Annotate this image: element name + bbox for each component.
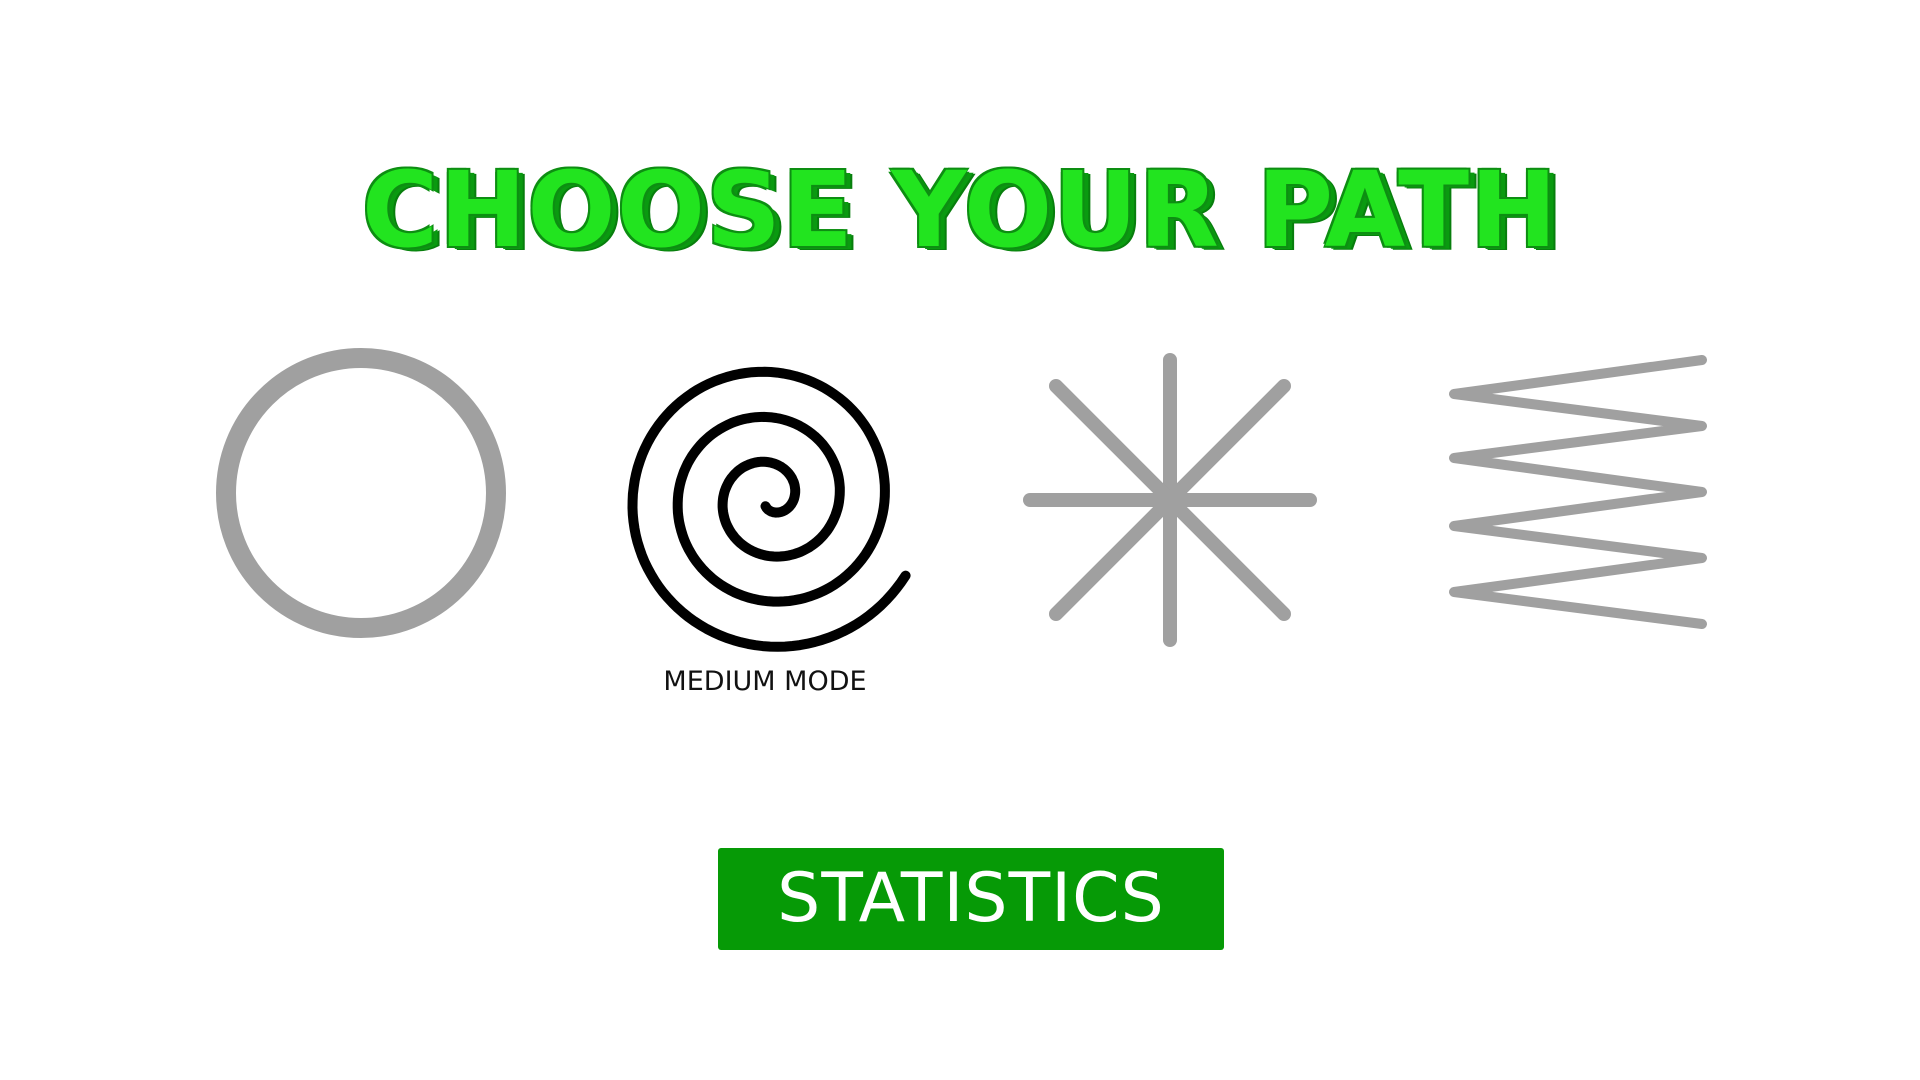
spiral-path-icon [627, 366, 911, 652]
path-option-spiral[interactable] [600, 330, 930, 660]
star-path-icon [1023, 353, 1317, 647]
circle-path-icon [216, 348, 506, 638]
mode-label: MEDIUM MODE [663, 666, 867, 697]
path-option-zigzag[interactable] [1440, 350, 1740, 650]
zigzag-path-icon [1449, 355, 1707, 629]
game-screen: CHOOSE YOUR PATH MEDIUM MODE STATISTICS [0, 0, 1920, 1080]
path-option-star[interactable] [1020, 350, 1320, 650]
statistics-button[interactable]: STATISTICS [718, 848, 1224, 950]
path-option-circle[interactable] [208, 340, 514, 646]
page-title: CHOOSE YOUR PATH [361, 149, 1559, 271]
